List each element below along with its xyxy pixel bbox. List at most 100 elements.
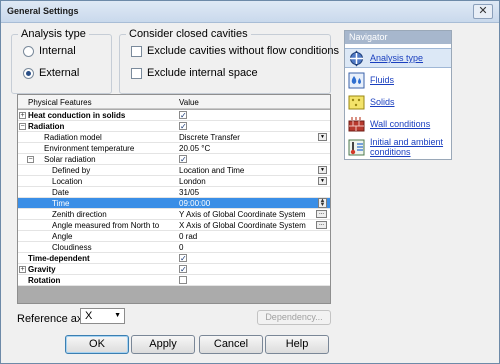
feature-name: Defined by (52, 166, 91, 175)
feature-value: 20.05 °C (179, 144, 211, 153)
feature-name: Radiation (28, 122, 65, 131)
feature-name: Heat conduction in solids (28, 111, 126, 120)
feature-name: Cloudiness (52, 243, 92, 252)
dependency-button[interactable]: Dependency... (257, 310, 331, 325)
feature-value: 0 rad (179, 232, 198, 241)
analysis-type-group: Analysis type (11, 28, 112, 94)
radio-external-indicator[interactable] (23, 67, 34, 79)
expand-icon[interactable]: + (19, 266, 26, 273)
table-row[interactable]: + Gravity ✓ (18, 264, 330, 275)
nav-item-label: Wall conditions (370, 119, 431, 129)
table-row[interactable]: + Heat conduction in solids ✓ (18, 110, 330, 121)
table-row[interactable]: Defined by Location and Time ▼ (18, 165, 330, 176)
chevron-down-icon[interactable]: ▼ (318, 133, 327, 141)
ok-button[interactable]: OK (65, 335, 129, 354)
window-title: General Settings (7, 6, 79, 16)
feature-name: Solar radiation (44, 155, 96, 164)
radio-internal[interactable]: Internal (23, 45, 76, 57)
nav-item-initial-conditions[interactable]: Initial and ambient conditions (345, 135, 451, 159)
grid-header-features: Physical Features (28, 98, 92, 107)
collapse-icon[interactable]: − (19, 123, 26, 130)
exclude-cavities-box[interactable] (131, 45, 142, 57)
feature-value[interactable]: X Axis of Global Coordinate System (179, 221, 306, 230)
feature-value[interactable]: 09:00:00 (179, 199, 210, 208)
analysis-type-legend: Analysis type (21, 28, 86, 40)
expand-icon[interactable]: + (19, 112, 26, 119)
grid-header-value: Value (179, 98, 199, 107)
feature-name: Angle (52, 232, 73, 241)
exclude-cavities-checkbox[interactable]: Exclude cavities without flow conditions (131, 45, 339, 57)
reference-axis-value: X (85, 310, 93, 322)
nav-item-analysis-type[interactable]: Analysis type (345, 48, 451, 68)
feature-checkbox[interactable]: ✓ (179, 265, 187, 274)
feature-checkbox[interactable]: ✓ (179, 155, 187, 164)
navigator-panel: Navigator Analysis type Fluids Solids Wa… (344, 30, 452, 160)
physical-features-grid: Physical Features Value + Heat conduction… (17, 94, 331, 304)
feature-value[interactable]: Y Axis of Global Coordinate System (179, 210, 306, 219)
exclude-internal-space-box[interactable] (131, 67, 142, 79)
collapse-icon[interactable]: − (27, 156, 34, 163)
spinner-icon[interactable]: ▲ ▼ (318, 198, 327, 208)
cancel-button[interactable]: Cancel (199, 335, 263, 354)
table-row[interactable]: Cloudiness 0 (18, 242, 330, 253)
table-row[interactable]: − Radiation ✓ (18, 121, 330, 132)
wall-conditions-icon (348, 116, 365, 133)
feature-name: Date (52, 188, 69, 197)
solids-icon (348, 94, 365, 111)
table-row[interactable]: Zenith direction Y Axis of Global Coordin… (18, 209, 330, 220)
initial-conditions-icon (348, 139, 365, 156)
radio-external[interactable]: External (23, 67, 79, 79)
exclude-internal-space-label: Exclude internal space (147, 67, 258, 79)
help-button[interactable]: Help (265, 335, 329, 354)
radio-internal-indicator[interactable] (23, 45, 34, 57)
general-settings-dialog: General Settings ✕ Analysis type Interna… (0, 0, 500, 364)
table-row[interactable]: − Solar radiation ✓ (18, 154, 330, 165)
table-row[interactable]: Rotation (18, 275, 330, 286)
feature-name: Angle measured from North to (52, 221, 160, 230)
feature-name: Environment temperature (44, 144, 135, 153)
apply-button[interactable]: Apply (131, 335, 195, 354)
table-row[interactable]: Date 31/05 (18, 187, 330, 198)
reference-axis-select[interactable]: X ▼ (80, 308, 125, 324)
ellipsis-button[interactable]: ... (316, 210, 327, 218)
feature-checkbox[interactable]: ✓ (179, 254, 187, 263)
feature-name: Radiation model (44, 133, 102, 142)
table-row[interactable]: Radiation model Discrete Transfer ▼ (18, 132, 330, 143)
table-row[interactable]: Time 09:00:00 ▲ ▼ (18, 198, 330, 209)
table-row[interactable]: Time-dependent ✓ (18, 253, 330, 264)
feature-name: Time-dependent (28, 254, 90, 263)
close-button[interactable]: ✕ (473, 4, 493, 19)
feature-name: Time (52, 199, 70, 208)
navigator-title: Navigator (345, 31, 451, 44)
nav-item-fluids[interactable]: Fluids (345, 69, 451, 91)
feature-checkbox[interactable]: ✓ (179, 122, 187, 131)
nav-item-label: Solids (370, 97, 395, 107)
feature-value[interactable]: Location and Time (179, 166, 244, 175)
table-row[interactable]: Angle measured from North to X Axis of Gl… (18, 220, 330, 231)
feature-name: Gravity (28, 265, 56, 274)
fluids-icon (348, 72, 365, 89)
nav-item-wall-conditions[interactable]: Wall conditions (345, 113, 451, 135)
feature-name: Zenith direction (52, 210, 107, 219)
feature-checkbox[interactable] (179, 276, 187, 284)
grid-header: Physical Features Value (18, 95, 330, 109)
feature-value[interactable]: Discrete Transfer (179, 133, 240, 142)
chevron-down-icon[interactable]: ▼ (318, 177, 327, 185)
chevron-down-icon[interactable]: ▼ (318, 166, 327, 174)
feature-value[interactable]: London (179, 177, 206, 186)
exclude-internal-space-checkbox[interactable]: Exclude internal space (131, 67, 258, 79)
closed-cavities-legend: Consider closed cavities (129, 28, 248, 40)
chevron-down-icon: ▼ (114, 312, 121, 319)
table-row[interactable]: Environment temperature 20.05 °C (18, 143, 330, 154)
nav-item-label: Analysis type (370, 53, 424, 63)
feature-name: Rotation (28, 276, 61, 285)
radio-internal-label: Internal (39, 45, 76, 57)
closed-cavities-group: Consider closed cavities (119, 28, 331, 94)
table-row[interactable]: Angle 0 rad (18, 231, 330, 242)
nav-item-label: Initial and ambient conditions (370, 137, 444, 157)
feature-value: 0 (179, 243, 184, 252)
table-row[interactable]: Location London ▼ (18, 176, 330, 187)
nav-item-solids[interactable]: Solids (345, 91, 451, 113)
feature-checkbox[interactable]: ✓ (179, 111, 187, 120)
ellipsis-button[interactable]: ... (316, 221, 327, 229)
